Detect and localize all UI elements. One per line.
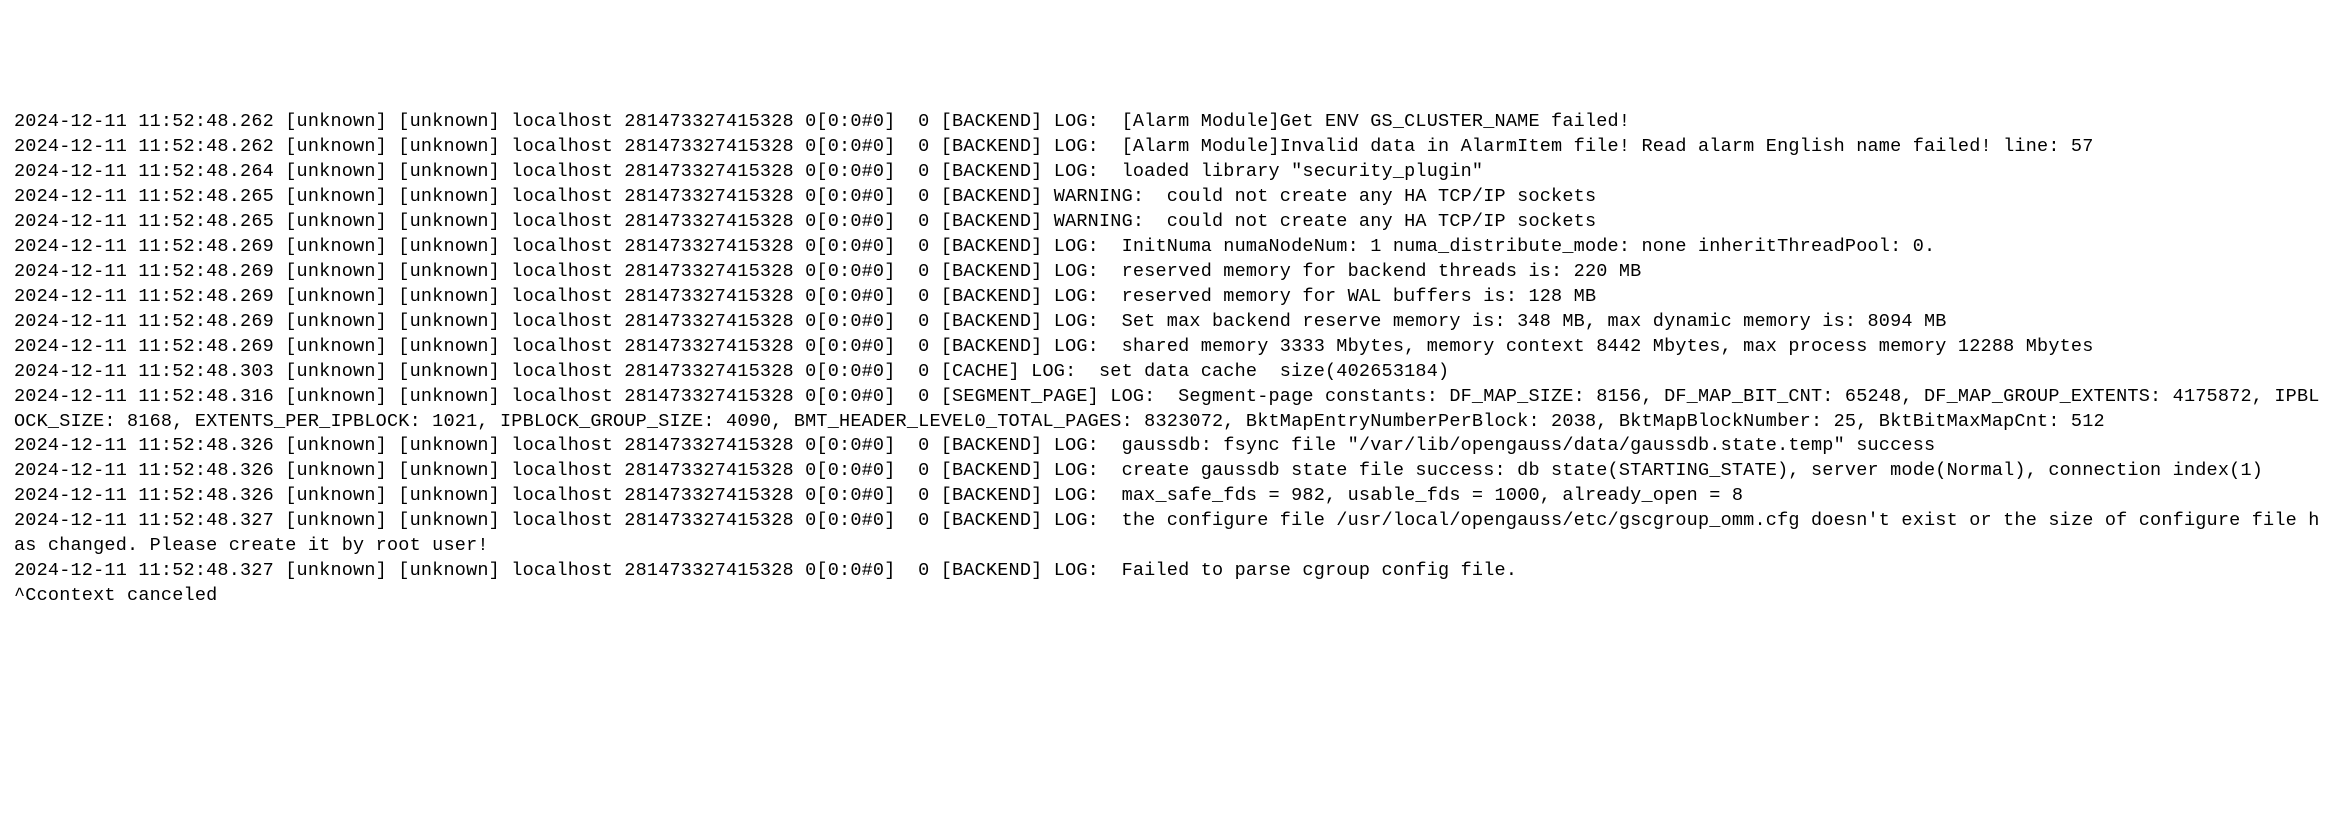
- log-line: 2024-12-11 11:52:48.327 [unknown] [unkno…: [14, 559, 2324, 584]
- log-line: 2024-12-11 11:52:48.265 [unknown] [unkno…: [14, 210, 2324, 235]
- log-line: 2024-12-11 11:52:48.269 [unknown] [unkno…: [14, 335, 2324, 360]
- log-line: 2024-12-11 11:52:48.316 [unknown] [unkno…: [14, 385, 2324, 435]
- log-line: 2024-12-11 11:52:48.265 [unknown] [unkno…: [14, 185, 2324, 210]
- log-line: ^Ccontext canceled: [14, 584, 2324, 609]
- log-line: 2024-12-11 11:52:48.326 [unknown] [unkno…: [14, 434, 2324, 459]
- terminal-log-output[interactable]: 2024-12-11 11:52:48.262 [unknown] [unkno…: [14, 110, 2324, 609]
- log-line: 2024-12-11 11:52:48.269 [unknown] [unkno…: [14, 260, 2324, 285]
- log-line: 2024-12-11 11:52:48.269 [unknown] [unkno…: [14, 310, 2324, 335]
- log-line: 2024-12-11 11:52:48.327 [unknown] [unkno…: [14, 509, 2324, 559]
- log-line: 2024-12-11 11:52:48.269 [unknown] [unkno…: [14, 235, 2324, 260]
- log-line: 2024-12-11 11:52:48.326 [unknown] [unkno…: [14, 484, 2324, 509]
- log-line: 2024-12-11 11:52:48.326 [unknown] [unkno…: [14, 459, 2324, 484]
- log-line: 2024-12-11 11:52:48.303 [unknown] [unkno…: [14, 360, 2324, 385]
- log-line: 2024-12-11 11:52:48.262 [unknown] [unkno…: [14, 110, 2324, 135]
- log-line: 2024-12-11 11:52:48.264 [unknown] [unkno…: [14, 160, 2324, 185]
- log-line: 2024-12-11 11:52:48.269 [unknown] [unkno…: [14, 285, 2324, 310]
- log-line: 2024-12-11 11:52:48.262 [unknown] [unkno…: [14, 135, 2324, 160]
